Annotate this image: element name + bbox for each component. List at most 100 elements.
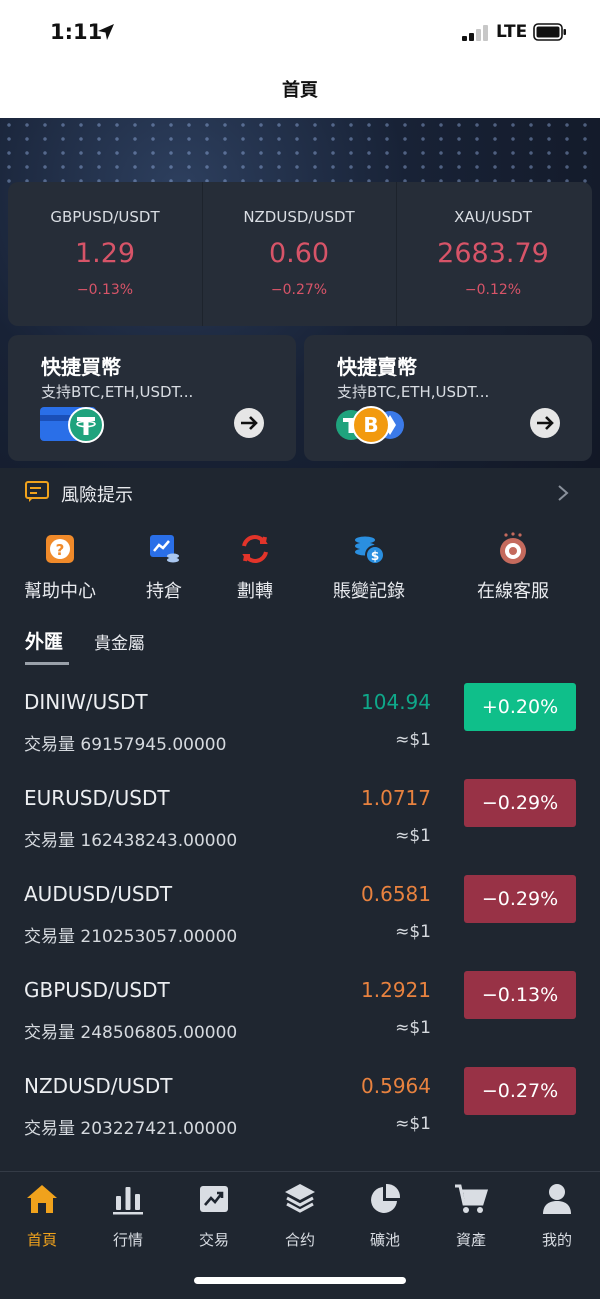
pair-price: 1.2921 xyxy=(361,978,431,1002)
ticker-card: GBPUSD/USDT 1.29 −0.13% NZDUSD/USDT 0.60… xyxy=(8,182,592,326)
pair-name: AUDUSD/USDT xyxy=(24,882,173,906)
shortcut-label: 劃轉 xyxy=(237,581,273,602)
market-row[interactable]: GBPUSD/USDT 交易量 248506805.00000 1.2921 ≈… xyxy=(0,971,600,1074)
nav-label: 我的 xyxy=(541,1231,572,1249)
shortcut-label: 在線客服 xyxy=(477,581,549,602)
quick-sell-title: 快捷賣幣 xyxy=(337,355,417,379)
shortcut-records[interactable]: $ 賬變記錄 xyxy=(314,532,424,603)
active-tab-indicator xyxy=(25,662,69,665)
pair-volume: 交易量 210253057.00000 xyxy=(24,927,238,947)
market-row[interactable]: DINIW/USDT 交易量 69157945.00000 104.94 ≈$1… xyxy=(0,683,600,786)
pair-volume: 交易量 248506805.00000 xyxy=(24,1023,238,1043)
ticker-nzdusd[interactable]: NZDUSD/USDT 0.60 −0.27% xyxy=(202,182,396,326)
trade-icon xyxy=(200,1186,228,1212)
records-icon: $ xyxy=(355,536,385,565)
pair-volume: 交易量 203227421.00000 xyxy=(24,1119,238,1139)
nav-label: 礦池 xyxy=(369,1231,400,1249)
market-row[interactable]: NZDUSD/USDT 交易量 203227421.00000 0.5964 ≈… xyxy=(0,1067,600,1170)
pair-usd-value: ≈$1 xyxy=(395,1018,431,1038)
nav-label: 交易 xyxy=(198,1231,229,1249)
svg-text:B: B xyxy=(363,413,378,437)
ticker-price: 1.29 xyxy=(74,238,136,269)
tab-forex[interactable]: 外匯 xyxy=(25,627,63,654)
nav-label: 合约 xyxy=(284,1231,315,1249)
tab-precious-metals[interactable]: 貴金屬 xyxy=(94,629,145,654)
card-tether-icon xyxy=(40,407,104,443)
svg-text:?: ? xyxy=(56,541,65,559)
quick-sell-arrow-icon[interactable] xyxy=(530,408,560,438)
pair-usd-value: ≈$1 xyxy=(395,922,431,942)
nav-pool[interactable]: 礦池 xyxy=(350,1182,420,1250)
market-chart-icon xyxy=(113,1187,143,1215)
quick-buy-card[interactable]: 快捷買幣 支持BTC,ETH,USDT... xyxy=(8,335,296,461)
pair-usd-value: ≈$1 xyxy=(395,826,431,846)
pair-usd-value: ≈$1 xyxy=(395,1114,431,1134)
assets-cart-icon xyxy=(455,1184,489,1213)
contract-layers-icon xyxy=(285,1184,315,1213)
nav-trade[interactable]: 交易 xyxy=(179,1182,249,1250)
svg-text:$: $ xyxy=(371,549,379,563)
shortcut-support[interactable]: 在線客服 xyxy=(458,532,568,603)
pair-price: 1.0717 xyxy=(361,786,431,810)
change-badge[interactable]: +0.20% xyxy=(464,683,576,731)
chevron-right-icon[interactable] xyxy=(556,484,570,502)
ticker-change: −0.13% xyxy=(76,282,134,298)
pool-pie-icon xyxy=(371,1183,401,1213)
ticker-symbol: GBPUSD/USDT xyxy=(50,208,160,226)
pair-usd-value: ≈$1 xyxy=(395,730,431,750)
nav-assets[interactable]: 資產 xyxy=(436,1182,506,1250)
quick-sell-subtitle: 支持BTC,ETH,USDT... xyxy=(337,383,490,401)
page-title: 首頁 xyxy=(282,80,318,101)
signal-icon xyxy=(462,25,488,41)
pair-price: 104.94 xyxy=(361,690,431,714)
network-label: LTE xyxy=(496,22,528,42)
nav-profile[interactable]: 我的 xyxy=(522,1182,592,1250)
shortcut-transfer[interactable]: 劃轉 xyxy=(200,532,310,603)
profile-icon xyxy=(543,1184,571,1214)
nav-market[interactable]: 行情 xyxy=(93,1182,163,1250)
market-row[interactable]: EURUSD/USDT 交易量 162438243.00000 1.0717 ≈… xyxy=(0,779,600,882)
shortcut-label: 賬變記錄 xyxy=(333,581,405,602)
crypto-coins-icon: B xyxy=(336,406,404,444)
pair-volume: 交易量 69157945.00000 xyxy=(24,735,227,755)
ticker-symbol: NZDUSD/USDT xyxy=(243,208,355,226)
change-badge[interactable]: −0.27% xyxy=(464,1067,576,1115)
ticker-gbpusd[interactable]: GBPUSD/USDT 1.29 −0.13% xyxy=(8,182,202,326)
status-time: 1:11 xyxy=(50,20,103,44)
nav-label: 首頁 xyxy=(26,1231,57,1249)
pair-name: GBPUSD/USDT xyxy=(24,978,170,1002)
nav-label: 行情 xyxy=(112,1231,143,1249)
message-notice-icon xyxy=(25,481,49,502)
shortcut-label: 幫助中心 xyxy=(24,581,96,602)
pair-volume: 交易量 162438243.00000 xyxy=(24,831,238,851)
quick-sell-card[interactable]: 快捷賣幣 支持BTC,ETH,USDT... B xyxy=(304,335,592,461)
change-badge[interactable]: −0.29% xyxy=(464,875,576,923)
nav-home[interactable]: 首頁 xyxy=(7,1182,77,1250)
pair-price: 0.5964 xyxy=(361,1074,431,1098)
quick-buy-title: 快捷買幣 xyxy=(41,355,121,379)
pair-name: DINIW/USDT xyxy=(24,690,148,714)
quick-buy-arrow-icon[interactable] xyxy=(234,408,264,438)
location-arrow-icon xyxy=(98,24,114,40)
ticker-price: 2683.79 xyxy=(437,238,549,269)
change-badge[interactable]: −0.13% xyxy=(464,971,576,1019)
battery-icon xyxy=(533,23,566,41)
nav-contract[interactable]: 合约 xyxy=(265,1182,335,1250)
pair-name: NZDUSD/USDT xyxy=(24,1074,173,1098)
change-badge[interactable]: −0.29% xyxy=(464,779,576,827)
risk-notice-link[interactable]: 風險提示 xyxy=(61,481,133,507)
positions-icon xyxy=(150,535,179,563)
market-row[interactable]: AUDUSD/USDT 交易量 210253057.00000 0.6581 ≈… xyxy=(0,875,600,978)
ticker-price: 0.60 xyxy=(268,238,330,269)
home-icon xyxy=(27,1185,57,1213)
transfer-icon xyxy=(242,535,268,563)
ticker-symbol: XAU/USDT xyxy=(454,208,532,226)
home-indicator xyxy=(194,1277,406,1284)
quick-buy-subtitle: 支持BTC,ETH,USDT... xyxy=(41,383,194,401)
shortcut-help-center[interactable]: ? 幫助中心 xyxy=(5,532,115,603)
pair-name: EURUSD/USDT xyxy=(24,786,170,810)
help-icon: ? xyxy=(46,535,74,563)
ticker-change: −0.12% xyxy=(464,282,522,298)
ticker-change: −0.27% xyxy=(270,282,328,298)
ticker-xau[interactable]: XAU/USDT 2683.79 −0.12% xyxy=(396,182,590,326)
